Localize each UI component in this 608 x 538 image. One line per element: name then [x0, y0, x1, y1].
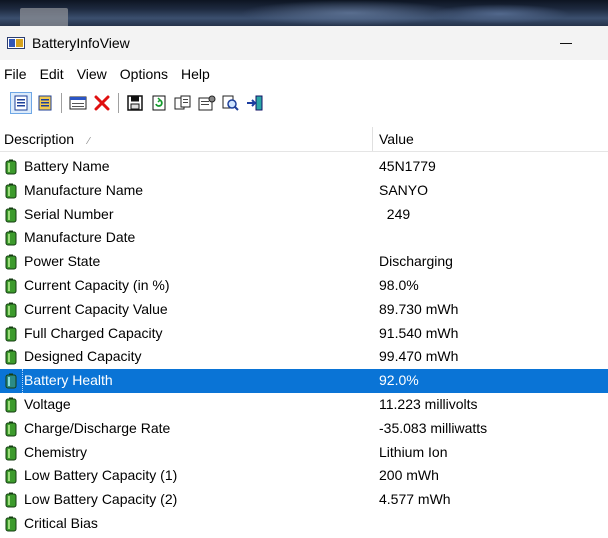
menu-options[interactable]: Options: [115, 66, 173, 82]
table-row[interactable]: Power State Discharging: [0, 250, 608, 274]
table-row[interactable]: Battery Health 92.0%: [0, 369, 608, 393]
cell-description: Battery Health: [24, 372, 113, 389]
desktop-item: [20, 8, 68, 26]
cell-description: Critical Bias: [24, 514, 98, 531]
battery-icon: [5, 516, 17, 532]
window-title: BatteryInfoView: [32, 35, 130, 51]
cell-value: Lithium Ion: [379, 443, 448, 460]
cell-value: -35.083 milliwatts: [379, 419, 488, 436]
toolbar: [0, 88, 608, 118]
table-row[interactable]: Manufacture Date: [0, 226, 608, 250]
cell-value: SANYO: [379, 181, 429, 198]
cell-value: 4.577 mWh: [379, 491, 451, 508]
cell-description: Chemistry: [24, 443, 88, 460]
cell-value: 98.0%: [379, 276, 419, 293]
list-header: Description ⁄ Value: [0, 127, 608, 152]
refresh-icon[interactable]: [148, 92, 170, 114]
toolbar-separator: [61, 93, 62, 113]
select-columns-icon[interactable]: [67, 92, 89, 114]
close-x-icon[interactable]: [91, 92, 113, 114]
toolbar-separator: [118, 93, 119, 113]
column-header-description[interactable]: Description ⁄: [4, 127, 372, 151]
table-row[interactable]: Full Charged Capacity 91.540 mWh: [0, 322, 608, 346]
battery-icon: [5, 278, 17, 294]
battery-icon: [5, 254, 17, 270]
battery-icon: [5, 397, 17, 413]
properties-icon[interactable]: [10, 92, 32, 114]
battery-icon: [5, 373, 17, 389]
battery-icon: [5, 159, 17, 175]
cell-description: Charge/Discharge Rate: [24, 419, 171, 436]
cell-value: 92.0%: [379, 372, 419, 389]
cell-value: 99.470 mWh: [379, 348, 459, 365]
cell-value: 89.730 mWh: [379, 300, 459, 317]
menu-file[interactable]: File: [0, 66, 32, 82]
table-row[interactable]: Current Capacity Value 89.730 mWh: [0, 298, 608, 322]
copy-icon[interactable]: [172, 92, 194, 114]
cell-value: 91.540 mWh: [379, 324, 459, 341]
cell-value: 11.223 millivolts: [379, 395, 478, 412]
column-header-value[interactable]: Value: [379, 127, 599, 151]
menu-help[interactable]: Help: [176, 66, 215, 82]
table-row[interactable]: Current Capacity (in %) 98.0%: [0, 274, 608, 298]
battery-icon: [5, 445, 17, 461]
table-row[interactable]: Manufacture Name SANYO: [0, 179, 608, 203]
table-row[interactable]: Battery Name 45N1779: [0, 155, 608, 179]
battery-icon: [5, 349, 17, 365]
cell-value: 200 mWh: [379, 467, 439, 484]
table-row[interactable]: Low Battery Capacity (2) 4.577 mWh: [0, 488, 608, 512]
battery-icon: [5, 326, 17, 342]
html-report-icon[interactable]: [34, 92, 56, 114]
cell-description: Current Capacity Value: [24, 300, 168, 317]
battery-icon: [5, 421, 17, 437]
menu-bar: File Edit View Options Help: [0, 62, 608, 86]
cell-value: 45N1779: [379, 158, 436, 174]
cell-description: Low Battery Capacity (1): [24, 467, 178, 484]
cell-description: Full Charged Capacity: [24, 324, 163, 341]
cell-description: Serial Number: [24, 205, 114, 222]
menu-view[interactable]: View: [72, 66, 112, 82]
cell-description: Current Capacity (in %): [24, 276, 170, 293]
cell-description: Low Battery Capacity (2): [24, 491, 178, 508]
cell-description: Power State: [24, 253, 101, 270]
battery-icon: [5, 230, 17, 246]
find-icon[interactable]: [220, 92, 242, 114]
desktop-background: [0, 0, 608, 26]
cell-value: 249: [379, 205, 411, 222]
properties-window-icon[interactable]: [196, 92, 218, 114]
battery-icon: [5, 302, 17, 318]
table-row[interactable]: Low Battery Capacity (1) 200 mWh: [0, 464, 608, 488]
battery-info-list[interactable]: Battery Name 45N1779 Manufacture Name SANYO…: [0, 155, 608, 536]
battery-icon: [5, 183, 17, 199]
cell-description: Voltage: [24, 395, 71, 412]
battery-icon: [5, 468, 17, 484]
table-row[interactable]: Charge/Discharge Rate -35.083 milliwatts: [0, 417, 608, 441]
cell-value: Discharging: [379, 253, 453, 270]
minimize-button[interactable]: [544, 26, 590, 60]
cell-description: Designed Capacity: [24, 348, 142, 365]
table-row[interactable]: Voltage 11.223 millivolts: [0, 393, 608, 417]
table-row[interactable]: Critical Bias: [0, 512, 608, 536]
battery-icon: [5, 492, 17, 508]
cell-description: Battery Name: [24, 158, 110, 174]
sort-arrow-icon: ⁄: [88, 136, 90, 147]
title-bar[interactable]: BatteryInfoView: [0, 26, 608, 60]
table-row[interactable]: Serial Number 249: [0, 203, 608, 227]
table-row[interactable]: Designed Capacity 99.470 mWh: [0, 345, 608, 369]
cell-description: Manufacture Date: [24, 229, 136, 246]
battery-icon: [5, 207, 17, 223]
exit-icon[interactable]: [244, 92, 266, 114]
cell-description: Manufacture Name: [24, 181, 144, 198]
table-row[interactable]: Chemistry Lithium Ion: [0, 441, 608, 465]
app-icon: [7, 37, 25, 49]
menu-edit[interactable]: Edit: [35, 66, 69, 82]
column-divider[interactable]: [372, 127, 373, 151]
save-icon[interactable]: [124, 92, 146, 114]
